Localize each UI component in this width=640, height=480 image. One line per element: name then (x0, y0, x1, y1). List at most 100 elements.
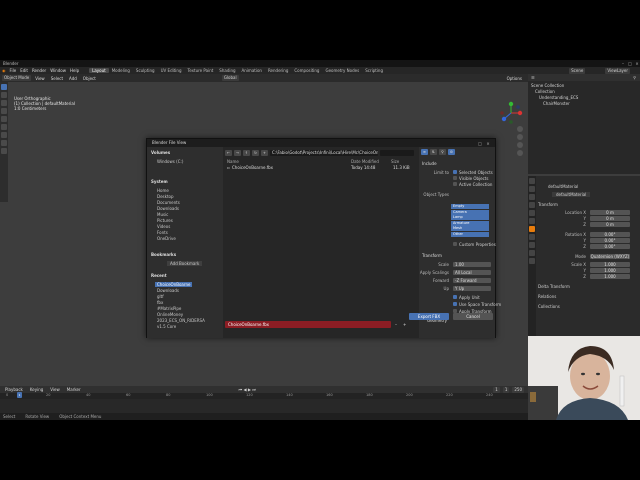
apply-unit-checkbox[interactable] (453, 295, 457, 299)
system-pictures[interactable]: Pictures (157, 218, 173, 223)
rotation-z-field[interactable]: 0.00° (590, 244, 630, 249)
filename-input[interactable]: ChoiceOnBoarne.fbx (225, 321, 391, 328)
add-bookmark-button[interactable]: Add Bookmark (167, 261, 203, 266)
outliner-item-understanding[interactable]: Understanding_ECS (539, 95, 578, 100)
visible-objects-checkbox[interactable] (453, 176, 457, 180)
system-header[interactable]: System (151, 179, 168, 184)
scale-x-field[interactable]: 1.000 (590, 262, 630, 267)
back-icon[interactable]: ← (225, 149, 232, 156)
playhead[interactable]: 1 (17, 392, 22, 398)
mode-dropdown[interactable]: Object Mode (2, 75, 32, 81)
timeline-menu-view[interactable]: View (48, 387, 62, 392)
timeline-ruler[interactable]: 0 20 40 60 80 100 120 140 160 180 200 22… (0, 393, 528, 399)
object-tab-icon[interactable] (529, 226, 535, 232)
object-type-armature[interactable]: Armature (451, 220, 489, 226)
apply-scalings-dropdown[interactable]: All Local (453, 270, 491, 275)
add-cube-tool-icon[interactable] (1, 148, 7, 154)
column-size[interactable]: Size (391, 159, 399, 164)
active-collection-checkbox[interactable] (453, 182, 457, 186)
viewport-menu-object[interactable]: Object (81, 76, 98, 81)
transform-section[interactable]: Transform (538, 202, 558, 207)
object-type-camera[interactable]: Camera (451, 209, 489, 215)
menu-edit[interactable]: Edit (18, 68, 30, 73)
world-tab-icon[interactable] (529, 218, 535, 224)
tab-geometry-nodes[interactable]: Geometry Nodes (322, 68, 362, 73)
timeline-menu-keying[interactable]: Keying (28, 387, 45, 392)
custom-properties-checkbox[interactable] (453, 242, 457, 246)
settings-icon[interactable]: ⚙ (448, 149, 455, 155)
scale-tool-icon[interactable] (1, 116, 7, 122)
timeline-menu-marker[interactable]: Marker (65, 387, 83, 392)
tab-modeling[interactable]: Modeling (109, 68, 133, 73)
system-desktop[interactable]: Desktop (157, 194, 174, 199)
location-y-field[interactable]: 0 m (590, 216, 630, 221)
volume-c[interactable]: Windows (C:) (157, 159, 183, 164)
refresh-icon[interactable]: ↻ (252, 149, 259, 156)
minimize-icon[interactable]: – (620, 60, 626, 67)
increment-icon[interactable]: + (403, 321, 406, 328)
forward-dropdown[interactable]: -Z Forward (453, 278, 491, 283)
cursor-tool-icon[interactable] (1, 92, 7, 98)
measure-tool-icon[interactable] (1, 140, 7, 146)
start-frame-field[interactable]: 1 (502, 386, 510, 393)
grid-icon[interactable] (517, 150, 523, 156)
pan-hand-icon[interactable] (517, 134, 523, 140)
transform-options-section[interactable]: Transform (422, 253, 442, 258)
rotation-x-field[interactable]: 0.00° (590, 232, 630, 237)
menu-window[interactable]: Window (48, 68, 68, 73)
recent-item[interactable]: ChoiceOnBoarne (155, 282, 193, 287)
system-music[interactable]: Music (157, 212, 168, 217)
viewport-menu-view[interactable]: View (33, 76, 47, 81)
path-field[interactable]: C:\Fabio\Godot\Projects\Infini\Local\Hir… (270, 149, 378, 156)
rotation-mode-dropdown[interactable]: Quaternion (WXYZ) (590, 254, 630, 259)
move-tool-icon[interactable] (1, 100, 7, 106)
system-documents[interactable]: Documents (157, 200, 180, 205)
tab-layout[interactable]: Layout (89, 68, 109, 73)
select-box-tool-icon[interactable] (1, 84, 7, 90)
outliner-item-collection[interactable]: Collection (535, 89, 555, 94)
tab-sculpting[interactable]: Sculpting (133, 68, 158, 73)
close-icon[interactable]: × (634, 60, 640, 67)
scene-selector[interactable]: Scene (569, 67, 586, 74)
recent-item[interactable]: v1.5 Core (157, 324, 176, 329)
list-view-icon[interactable]: ≡ (421, 149, 428, 155)
object-type-mesh[interactable]: Mesh (451, 226, 489, 231)
object-name-field[interactable]: defaultMaterial (548, 184, 578, 189)
maximize-icon[interactable]: □ (627, 60, 633, 67)
relations-section[interactable]: Relations (538, 294, 556, 299)
menu-file[interactable]: File (8, 68, 19, 73)
constraints-tab-icon[interactable] (529, 250, 535, 256)
sort-icon[interactable]: ⇅ (430, 149, 437, 155)
selected-objects-checkbox[interactable] (453, 170, 457, 174)
column-date[interactable]: Date Modified (351, 159, 379, 164)
forward-icon[interactable]: → (234, 149, 241, 156)
include-section[interactable]: Include (422, 161, 437, 166)
tab-shading[interactable]: Shading (216, 68, 238, 73)
viewport-menu-add[interactable]: Add (67, 76, 79, 81)
tool-tab-icon[interactable] (529, 178, 535, 184)
delta-transform-section[interactable]: Delta Transform (538, 284, 570, 289)
rotation-y-field[interactable]: 0.00° (590, 238, 630, 243)
end-frame-field[interactable]: 250 (512, 386, 524, 393)
tab-rendering[interactable]: Rendering (265, 68, 291, 73)
search-field[interactable] (380, 149, 414, 156)
rotate-tool-icon[interactable] (1, 108, 7, 114)
cancel-button[interactable]: Cancel (453, 313, 493, 320)
transform-tool-icon[interactable] (1, 124, 7, 130)
recent-header[interactable]: Recent (151, 273, 167, 278)
system-home[interactable]: Home (157, 188, 169, 193)
zoom-icon[interactable] (517, 126, 523, 132)
volumes-header[interactable]: Volumes (151, 150, 170, 155)
blender-logo-icon[interactable]: ◉ (0, 68, 8, 73)
recent-item[interactable]: OnlineMoney (157, 312, 183, 317)
up-dropdown[interactable]: Y Up (453, 286, 491, 291)
scene-tab-icon[interactable] (529, 210, 535, 216)
tab-scripting[interactable]: Scripting (362, 68, 386, 73)
scale-y-field[interactable]: 1.000 (590, 268, 630, 273)
outliner-type-icon[interactable]: ☰ (531, 75, 535, 80)
menu-help[interactable]: Help (68, 68, 81, 73)
object-type-other[interactable]: Other (451, 231, 489, 237)
outliner-item-chairmonster[interactable]: ChairMonster (543, 101, 570, 106)
physics-tab-icon[interactable] (529, 242, 535, 248)
scale-field[interactable]: 1.00 (453, 262, 491, 267)
